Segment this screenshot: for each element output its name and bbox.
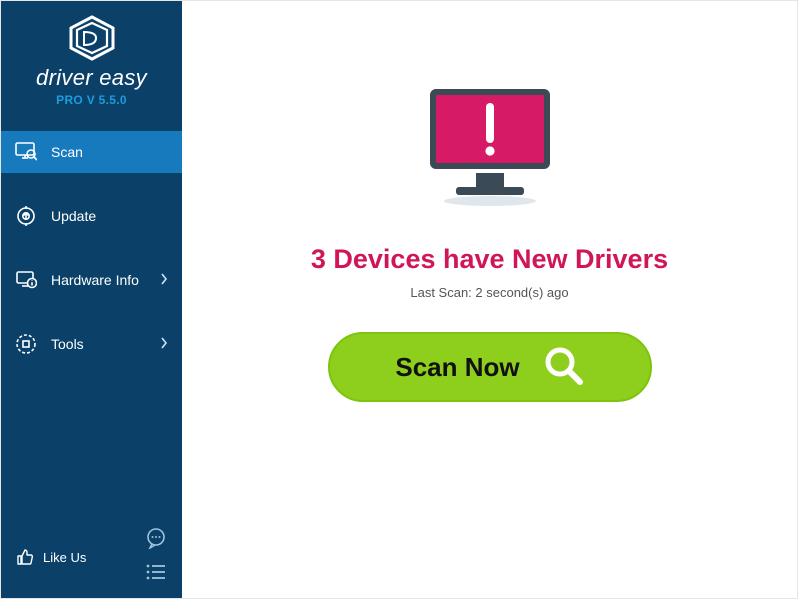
like-us-button[interactable]: Like Us (15, 547, 86, 567)
scan-now-button[interactable]: Scan Now (328, 332, 652, 402)
chevron-right-icon (160, 273, 168, 288)
app-window: driver easy PRO V 5.5.0 Scan (0, 0, 798, 599)
status-headline: 3 Devices have New Drivers (311, 244, 668, 275)
list-menu-icon (145, 563, 167, 586)
magnifier-icon (542, 344, 584, 391)
sidebar-footer: Like Us (1, 528, 182, 586)
brand-version: PRO V 5.5.0 (1, 93, 182, 107)
like-us-label: Like Us (43, 550, 86, 565)
tools-icon (15, 333, 37, 355)
sidebar-item-tools[interactable]: Tools (1, 323, 182, 365)
sidebar-item-update[interactable]: Update (1, 195, 182, 237)
speech-bubble-icon (145, 527, 167, 554)
main-panel: 3 Devices have New Drivers Last Scan: 2 … (182, 1, 797, 598)
last-scan-text: Last Scan: 2 second(s) ago (410, 285, 568, 300)
brand-block: driver easy PRO V 5.5.0 (1, 1, 182, 113)
chevron-right-icon (160, 337, 168, 352)
sidebar: driver easy PRO V 5.5.0 Scan (1, 1, 182, 598)
hardware-info-icon (15, 269, 37, 291)
sidebar-item-label: Scan (51, 144, 83, 160)
sidebar-nav: Scan Update (1, 131, 182, 387)
brand-name: driver easy (1, 65, 182, 91)
sidebar-item-hardware-info[interactable]: Hardware Info (1, 259, 182, 301)
alert-monitor-graphic (416, 83, 564, 212)
thumbs-up-icon (15, 547, 35, 567)
sidebar-item-label: Hardware Info (51, 272, 139, 288)
sidebar-item-label: Update (51, 208, 96, 224)
scan-now-label: Scan Now (395, 352, 519, 383)
sidebar-corner-icons (144, 528, 168, 586)
logo-icon (1, 15, 182, 61)
menu-button[interactable] (144, 562, 168, 586)
sidebar-item-scan[interactable]: Scan (1, 131, 182, 173)
update-gear-icon (15, 205, 37, 227)
sidebar-item-label: Tools (51, 336, 84, 352)
feedback-button[interactable] (144, 528, 168, 552)
scan-monitor-icon (15, 141, 37, 163)
